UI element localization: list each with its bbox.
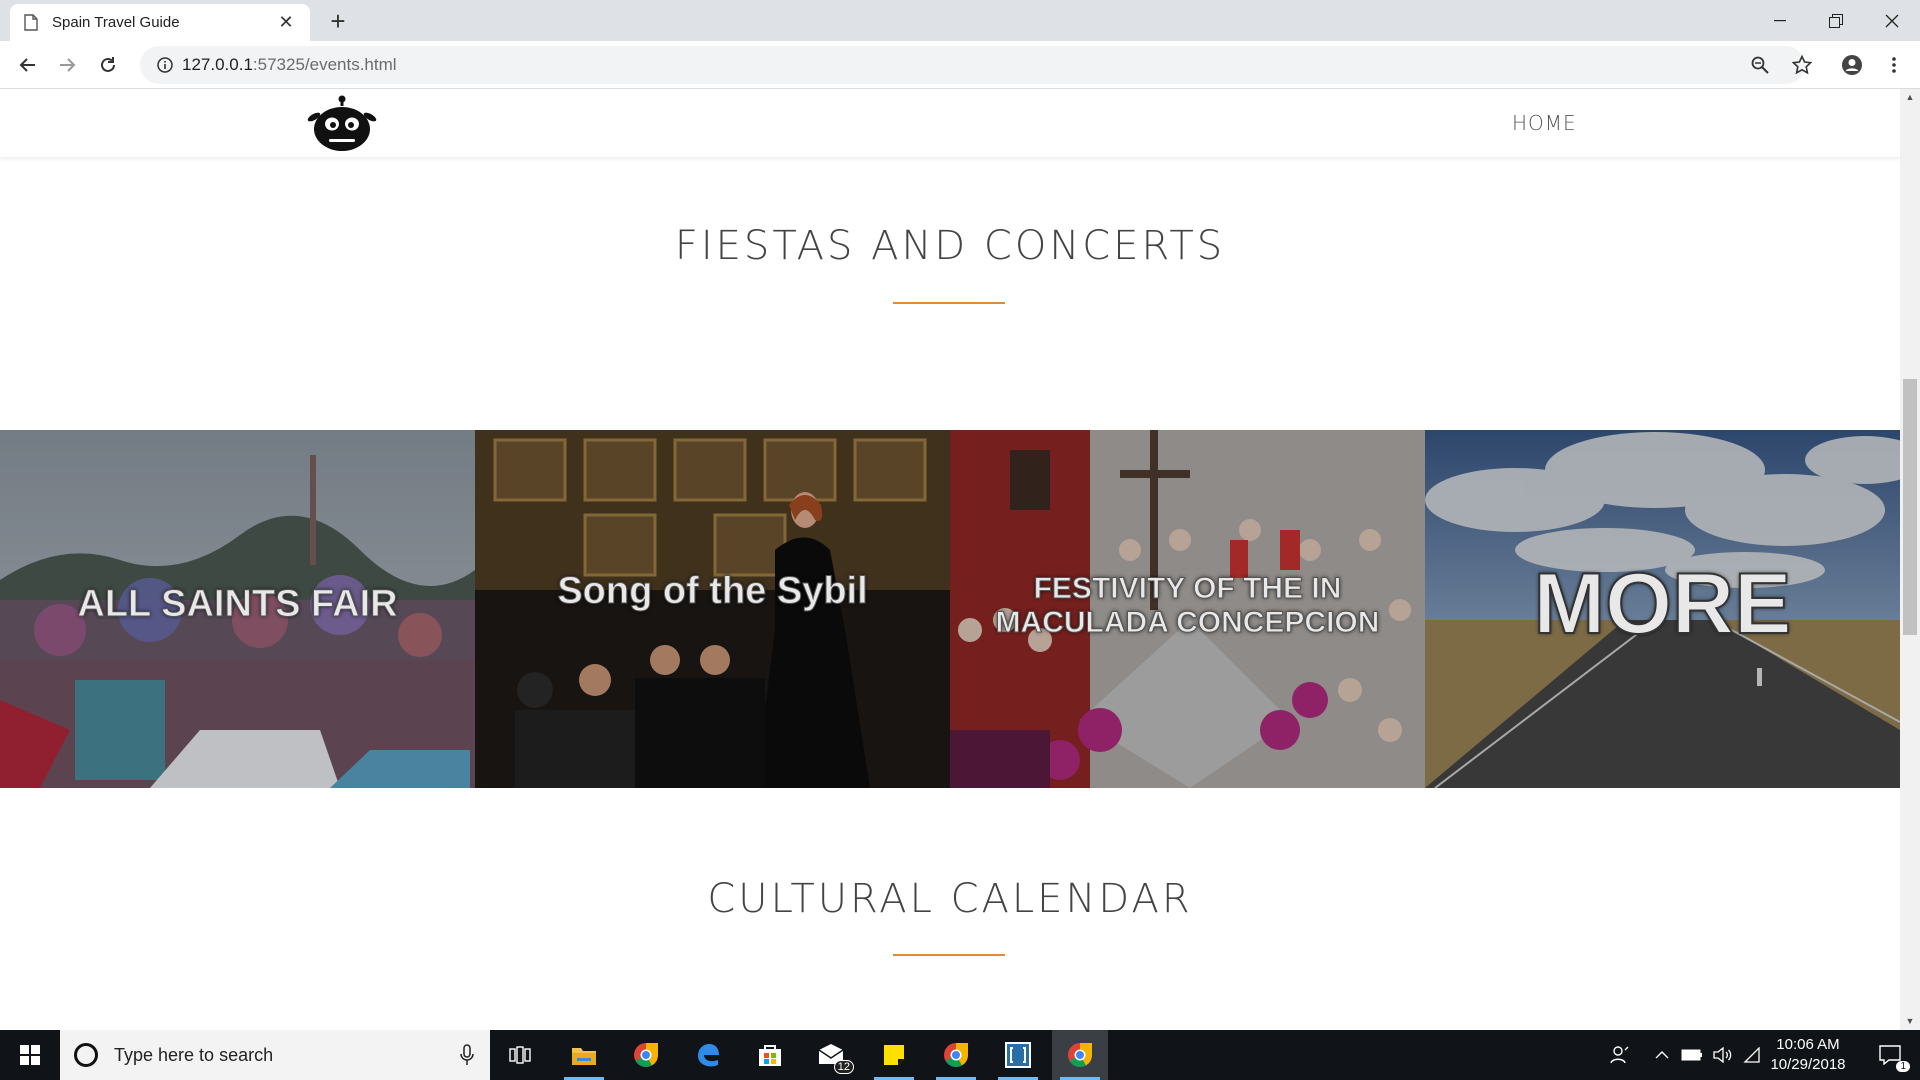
close-icon	[1885, 14, 1899, 27]
tile-inmaculada-concepcion[interactable]: FESTIVITY OF THE IN MACULADA CONCEPCION	[950, 430, 1425, 788]
browser-toolbar: 127.0.0.1:57325/events.html	[0, 41, 1920, 89]
edge-icon	[698, 1044, 719, 1067]
chrome-icon	[1068, 1043, 1092, 1068]
tab-close-icon[interactable]: ✕	[276, 12, 296, 33]
restore-icon	[1829, 13, 1843, 28]
terminal-app[interactable]	[990, 1030, 1046, 1080]
microphone-icon[interactable]	[460, 1044, 474, 1066]
reload-button[interactable]	[92, 49, 124, 81]
site-header: HOME	[0, 89, 1900, 157]
chevron-up-icon	[1655, 1051, 1669, 1059]
windows-logo-icon	[20, 1045, 40, 1065]
menu-button[interactable]	[1878, 49, 1910, 81]
zoom-icon	[1751, 56, 1769, 74]
tile-all-saints-fair[interactable]: ALL SAINTS FAIR	[0, 430, 475, 788]
close-window-button[interactable]	[1864, 0, 1920, 41]
section-title-calendar: CULTURAL CALENDAR	[707, 876, 1193, 922]
people-button[interactable]	[1604, 1030, 1636, 1080]
nav-home-link[interactable]: HOME	[1512, 111, 1577, 135]
volume-control[interactable]	[1710, 1030, 1736, 1080]
folder-icon	[572, 1048, 596, 1065]
page-viewport: HOME FIESTAS AND CONCERTS ALL SAINTS FAI…	[0, 89, 1900, 1030]
speaker-icon	[1713, 1047, 1732, 1063]
taskbar-search[interactable]: Type here to search	[60, 1030, 490, 1080]
show-hidden-icons-button[interactable]	[1650, 1030, 1674, 1080]
mail-app[interactable]: 12	[804, 1030, 860, 1080]
event-tiles: ALL SAINTS FAIR Song of the Sybil FESTIV…	[0, 430, 1900, 788]
chrome-app[interactable]	[618, 1030, 674, 1080]
browser-tab-strip: Spain Travel Guide ✕ +	[0, 0, 1920, 41]
store-app[interactable]	[742, 1030, 798, 1080]
cortana-icon	[74, 1043, 98, 1067]
search-placeholder: Type here to search	[114, 1044, 274, 1065]
star-icon	[1792, 55, 1812, 75]
chrome-app-active[interactable]	[1052, 1030, 1108, 1080]
chrome-icon	[634, 1043, 658, 1068]
sticky-notes-app[interactable]	[866, 1030, 922, 1080]
system-clock[interactable]: 10:06 AM 10/29/2018	[1758, 1035, 1858, 1075]
chrome-app-2[interactable]	[928, 1030, 984, 1080]
tile-label: ALL SAINTS FAIR	[77, 583, 398, 626]
tile-label: Song of the Sybil	[557, 570, 868, 613]
reload-icon	[101, 57, 115, 72]
info-icon[interactable]	[148, 57, 182, 73]
scroll-down-icon[interactable]: ▼	[1900, 1013, 1920, 1030]
scrollbar-thumb[interactable]	[1903, 379, 1917, 635]
robot-logo-icon[interactable]	[305, 93, 377, 153]
battery-indicator[interactable]	[1678, 1030, 1706, 1080]
minimize-icon	[1774, 19, 1786, 21]
task-view-button[interactable]	[492, 1030, 548, 1080]
tile-more[interactable]: MORE	[1425, 430, 1900, 788]
people-icon	[1610, 1046, 1629, 1064]
scroll-up-icon[interactable]: ▲	[1900, 89, 1920, 106]
section-title-fiestas: FIESTAS AND CONCERTS	[674, 223, 1226, 269]
edge-app[interactable]	[680, 1030, 736, 1080]
back-button[interactable]	[11, 49, 43, 81]
new-tab-button[interactable]: +	[323, 6, 353, 36]
kebab-menu-icon	[1892, 57, 1896, 73]
sticky-note-icon	[884, 1045, 904, 1065]
browser-tab[interactable]: Spain Travel Guide ✕	[10, 4, 310, 41]
mail-badge: 12	[833, 1060, 854, 1074]
bracket-app-icon	[1005, 1042, 1031, 1068]
account-icon	[1842, 55, 1862, 75]
tab-title: Spain Travel Guide	[52, 14, 180, 31]
tile-label: FESTIVITY OF THE IN MACULADA CONCEPCION	[995, 572, 1380, 640]
file-explorer-app[interactable]	[556, 1030, 612, 1080]
minimize-button[interactable]	[1752, 0, 1808, 41]
forward-button[interactable]	[52, 49, 84, 81]
tile-song-of-the-sybil[interactable]: Song of the Sybil	[475, 430, 950, 788]
zoom-button[interactable]	[1744, 49, 1776, 81]
bookmark-button[interactable]	[1786, 49, 1818, 81]
address-bar[interactable]: 127.0.0.1:57325/events.html	[140, 46, 1805, 84]
section-divider	[893, 302, 1005, 304]
section-divider	[893, 954, 1005, 956]
document-icon	[24, 14, 38, 31]
battery-icon	[1681, 1049, 1702, 1061]
task-view-icon	[509, 1046, 531, 1064]
restore-button[interactable]	[1808, 0, 1864, 41]
url-text: 127.0.0.1:57325/events.html	[182, 55, 397, 74]
clock-time: 10:06 AM	[1776, 1036, 1840, 1053]
profile-button[interactable]	[1836, 49, 1868, 81]
start-button[interactable]	[0, 1030, 60, 1080]
windows-taskbar: Type here to search 12 10:06 AM 10/29/20…	[0, 1030, 1920, 1080]
notification-badge: 1	[1896, 1061, 1910, 1072]
action-center-button[interactable]: 1	[1866, 1030, 1914, 1080]
forward-arrow-icon	[60, 58, 76, 72]
page-scrollbar[interactable]: ▲ ▼	[1900, 89, 1920, 1030]
back-arrow-icon	[19, 58, 35, 72]
clock-date: 10/29/2018	[1770, 1056, 1846, 1073]
tile-label: MORE	[1533, 555, 1793, 653]
store-bag-icon	[759, 1045, 781, 1066]
chrome-icon	[944, 1043, 968, 1068]
